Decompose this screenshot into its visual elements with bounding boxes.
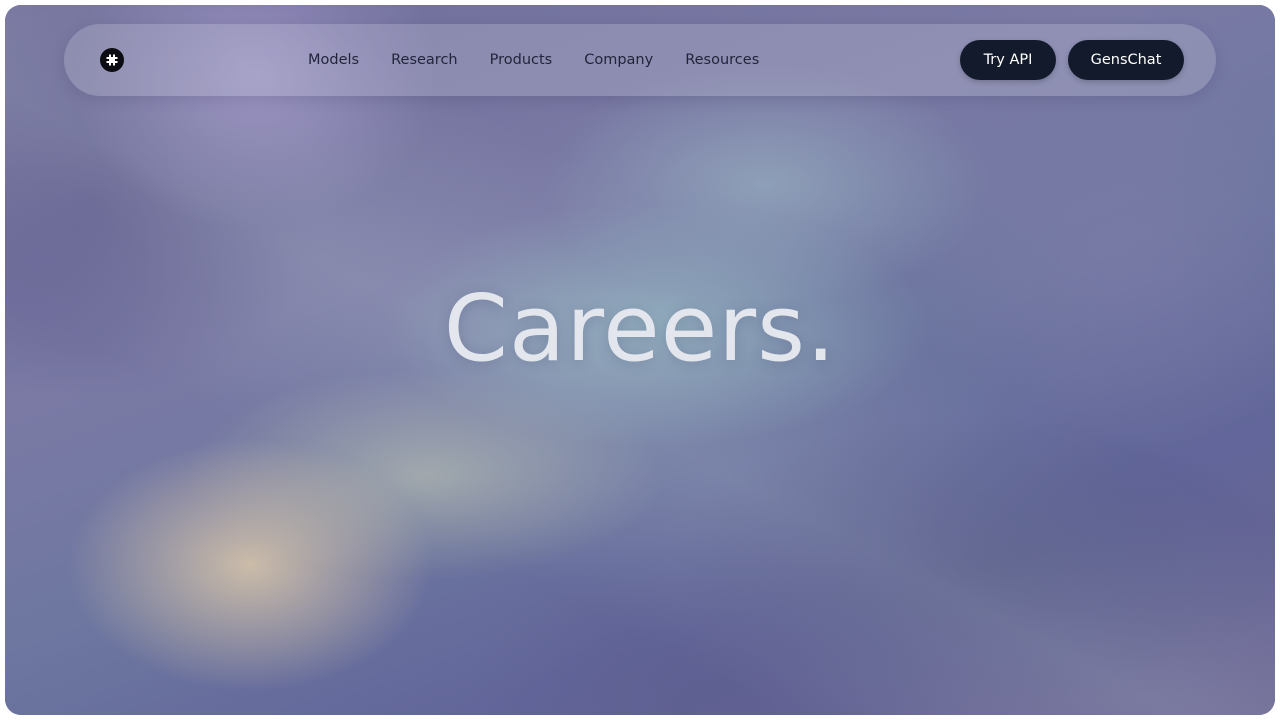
nav-links: Models Research Products Company Resourc… xyxy=(308,24,759,96)
top-nav-bar: Models Research Products Company Resourc… xyxy=(64,24,1216,96)
try-api-button[interactable]: Try API xyxy=(960,40,1056,80)
brand-logo-icon[interactable] xyxy=(100,48,124,72)
nav-link-company[interactable]: Company xyxy=(584,52,653,68)
genschat-button[interactable]: GensChat xyxy=(1068,40,1184,80)
page-title: Careers. xyxy=(443,275,837,382)
nav-link-products[interactable]: Products xyxy=(490,52,553,68)
page-frame: Models Research Products Company Resourc… xyxy=(5,5,1275,715)
nav-link-research[interactable]: Research xyxy=(391,52,458,68)
nav-link-resources[interactable]: Resources xyxy=(685,52,759,68)
nav-link-models[interactable]: Models xyxy=(308,52,359,68)
brand-logo-glyph xyxy=(106,54,118,66)
